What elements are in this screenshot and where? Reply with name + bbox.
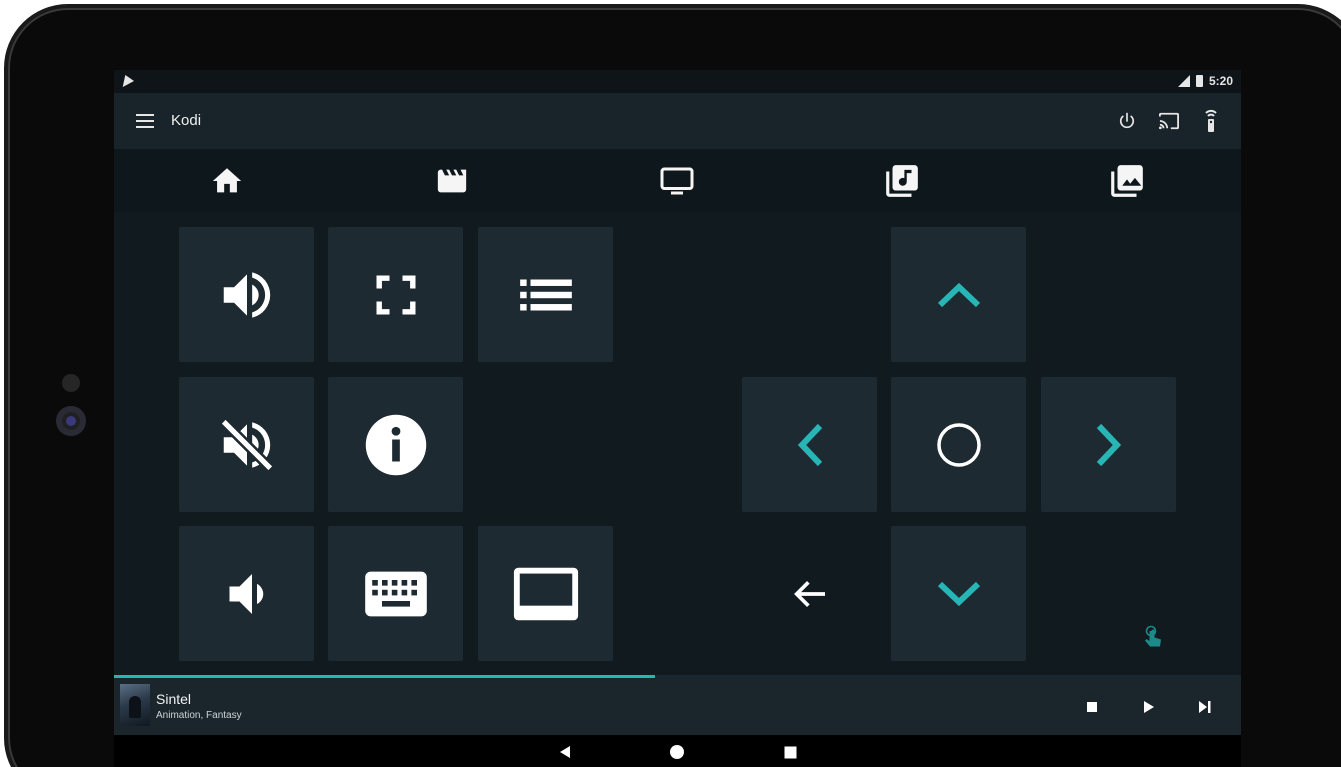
now-playing-genres: Animation, Fantasy	[156, 710, 242, 721]
circle-select-icon	[936, 422, 981, 467]
battery-icon	[1195, 75, 1203, 87]
keyboard-icon	[364, 571, 427, 616]
status-icons: 5:20	[1176, 74, 1233, 88]
tab-movies[interactable]	[430, 159, 474, 203]
stop-icon	[1087, 702, 1097, 712]
app-bar-actions	[1115, 107, 1223, 135]
skip-next-button[interactable]	[1195, 697, 1215, 717]
system-back-button[interactable]	[556, 743, 574, 761]
playlist-button[interactable]	[478, 227, 613, 362]
dpad-left-button[interactable]	[742, 377, 877, 512]
cast-button[interactable]	[1157, 107, 1181, 135]
movie-clapper-icon	[437, 169, 467, 193]
volume-up-icon	[223, 271, 270, 318]
chevron-right-icon	[1096, 423, 1121, 466]
play-store-notification-icon	[122, 75, 136, 87]
back-button[interactable]	[742, 526, 877, 661]
device-camera	[56, 406, 86, 436]
now-playing-thumbnail	[120, 684, 150, 726]
system-navigation-bar	[114, 735, 1241, 767]
triangle-back-icon	[560, 746, 570, 758]
volume-down-button[interactable]	[179, 526, 314, 661]
chevron-down-icon	[937, 581, 980, 606]
info-button[interactable]	[328, 377, 463, 512]
system-home-button[interactable]	[668, 743, 686, 761]
fullscreen-icon	[376, 275, 415, 314]
signal-icon	[1176, 75, 1190, 87]
tab-pictures[interactable]	[1105, 159, 1149, 203]
volume-up-button[interactable]	[179, 227, 314, 362]
app-title: Kodi	[171, 112, 202, 129]
dpad-right-button[interactable]	[1041, 377, 1176, 512]
power-button[interactable]	[1115, 107, 1139, 135]
status-time: 5:20	[1208, 74, 1233, 88]
subtitles-icon	[513, 567, 578, 620]
device-sensor	[62, 374, 80, 392]
subtitles-button[interactable]	[478, 526, 613, 661]
play-icon	[1144, 701, 1154, 713]
tab-music[interactable]	[880, 159, 924, 203]
chevron-left-icon	[797, 423, 822, 466]
volume-mute-icon	[219, 417, 274, 472]
remote-icon	[1205, 109, 1217, 132]
square-recents-icon	[784, 746, 796, 758]
tv-icon	[660, 167, 694, 195]
photo-library-icon	[1111, 165, 1143, 197]
remote-button[interactable]	[1199, 107, 1223, 135]
dpad-down-button[interactable]	[891, 526, 1026, 661]
stop-button[interactable]	[1082, 697, 1102, 717]
home-icon	[212, 168, 242, 193]
now-playing-title: Sintel	[156, 691, 192, 707]
gesture-mode-button[interactable]	[1141, 625, 1165, 653]
volume-down-icon	[229, 573, 263, 614]
power-icon	[1119, 112, 1135, 129]
chevron-up-icon	[937, 282, 980, 307]
hamburger-menu-icon[interactable]	[136, 114, 154, 128]
mute-button[interactable]	[179, 377, 314, 512]
status-bar: 5:20	[114, 70, 1241, 93]
circle-home-icon	[670, 745, 684, 759]
info-icon	[365, 414, 426, 475]
music-library-icon	[886, 165, 918, 197]
media-nav-bar	[114, 149, 1241, 212]
screen: 5:20 Kodi Sintel Animation, Fantasy	[114, 70, 1241, 767]
skip-next-icon	[1199, 701, 1211, 713]
system-recents-button[interactable]	[781, 743, 799, 761]
dpad-select-button[interactable]	[891, 377, 1026, 512]
keyboard-button[interactable]	[328, 526, 463, 661]
play-button[interactable]	[1139, 697, 1159, 717]
arrow-back-icon	[793, 580, 825, 607]
touch-gesture-icon	[1145, 625, 1161, 647]
dpad-up-button[interactable]	[891, 227, 1026, 362]
tab-tv[interactable]	[655, 159, 699, 203]
tab-home[interactable]	[205, 159, 249, 203]
cast-icon	[1159, 112, 1179, 130]
list-icon	[519, 279, 572, 310]
fullscreen-button[interactable]	[328, 227, 463, 362]
app-bar: Kodi	[114, 93, 1241, 149]
now-playing-bar[interactable]: Sintel Animation, Fantasy	[114, 678, 1241, 735]
